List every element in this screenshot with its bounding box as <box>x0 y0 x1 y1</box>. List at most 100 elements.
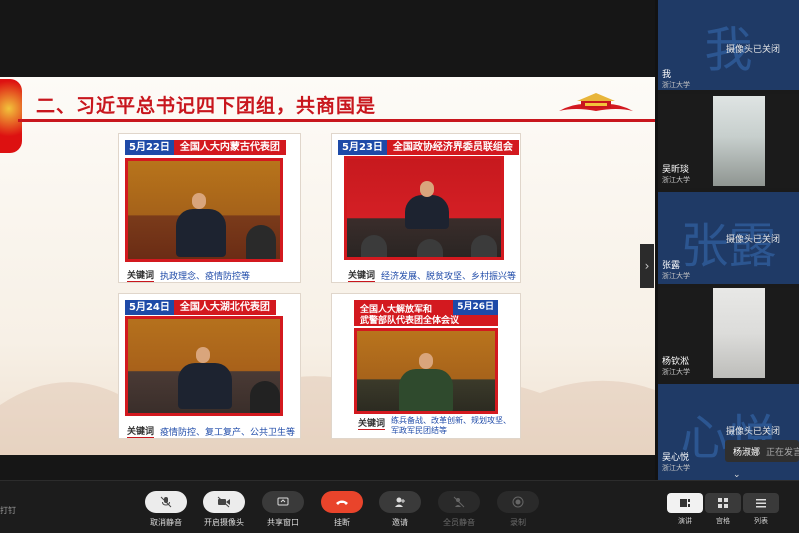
unmute-label: 取消静音 <box>150 518 182 527</box>
card-header: 全国人大解放军和 武警部队代表团全体会议 5月26日 <box>354 300 498 326</box>
speaker-view-button[interactable]: 演讲 <box>667 493 703 526</box>
speaker-view-icon <box>667 493 703 513</box>
participant-name: 张露 <box>662 261 681 271</box>
event-card: 5月22日 全国人大内蒙古代表团 关键词 执政理念、疫情防控等 <box>118 133 301 283</box>
list-view-label: 列表 <box>754 517 768 525</box>
invite-label: 邀请 <box>392 518 408 527</box>
camera-off-label: 摄像头已关闭 <box>726 45 781 55</box>
participant-org: 浙江大学 <box>662 368 690 376</box>
participant-name: 杨钦淞 <box>662 357 690 367</box>
participant-name: 吴心悦 <box>662 453 690 463</box>
grid-view-label: 宫格 <box>716 517 730 525</box>
pin-label[interactable]: 打钉 <box>0 505 16 516</box>
event-date: 5月23日 <box>338 140 387 155</box>
event-photo <box>125 316 283 416</box>
participant-org: 浙江大学 <box>662 272 690 280</box>
participant-name: 吴昕琰 <box>662 165 690 175</box>
share-window-label: 共享窗口 <box>267 518 299 527</box>
keywords-row: 关键词 疫情防控、复工复产、公共卫生等 <box>127 424 295 438</box>
list-view-icon <box>743 493 779 513</box>
record-button[interactable]: 录制 <box>488 491 548 528</box>
keywords-text-line2: 军政军民团结等 <box>391 426 448 435</box>
grid-view-icon <box>705 493 741 513</box>
keywords-row: 关键词 经济发展、脱贫攻坚、乡村振兴等 <box>348 268 516 282</box>
card-header: 5月23日 全国政协经济界委员联组会 <box>338 140 519 155</box>
start-camera-button[interactable]: 开启摄像头 <box>194 491 254 528</box>
keywords-label: 关键词 <box>127 268 155 282</box>
meeting-app: 二、习近平总书记四下团组，共商国是 5月22日 全国人大内蒙古代表团 关键词 执… <box>0 0 799 533</box>
participant-org: 浙江大学 <box>662 81 690 89</box>
list-view-button[interactable]: 列表 <box>743 493 779 526</box>
chevron-right-icon: › <box>644 259 650 273</box>
event-photo <box>125 158 283 262</box>
event-name: 全国人大湖北代表团 <box>173 300 276 315</box>
participant-name: 我 <box>662 70 672 80</box>
start-camera-label: 开启摄像头 <box>204 518 244 527</box>
event-date: 5月24日 <box>125 300 174 315</box>
share-window-icon <box>262 491 304 513</box>
invite-icon <box>379 491 421 513</box>
speaking-status: 正在发言 <box>766 447 799 458</box>
event-name: 全国人大内蒙古代表团 <box>173 140 286 155</box>
event-date: 5月26日 <box>453 300 498 315</box>
mic-off-icon <box>145 491 187 513</box>
lantern-decoration <box>0 79 22 153</box>
next-page-button[interactable]: › <box>640 244 654 288</box>
keywords-label: 关键词 <box>127 424 155 438</box>
participant-video <box>713 288 765 378</box>
grid-view-button[interactable]: 宫格 <box>705 493 741 526</box>
participant-tile[interactable]: 杨钦淞 浙江大学 <box>658 288 799 380</box>
chevron-down-icon[interactable]: ⌄ <box>733 470 747 480</box>
tiananmen-icon <box>559 93 633 111</box>
title-underline <box>18 119 655 122</box>
mute-all-label: 全员静音 <box>443 518 475 527</box>
shared-screen: 二、习近平总书记四下团组，共商国是 5月22日 全国人大内蒙古代表团 关键词 执… <box>0 0 655 480</box>
speaking-indicator: 杨淑娜 正在发言 <box>725 440 799 462</box>
keywords-label: 关键词 <box>358 416 386 430</box>
speaker-view-label: 演讲 <box>678 517 692 525</box>
keywords-text: 疫情防控、复工复产、公共卫生等 <box>160 427 296 438</box>
participant-tile[interactable]: 张露 摄像头已关闭 张露 浙江大学 <box>658 192 799 284</box>
mountain-decoration <box>0 373 655 455</box>
event-card: 全国人大解放军和 武警部队代表团全体会议 5月26日 关键词 练兵备战、改革创新… <box>331 293 521 439</box>
event-name-line2: 武警部队代表团全体会议 <box>360 316 460 326</box>
card-header: 5月22日 全国人大内蒙古代表团 <box>125 140 286 155</box>
participant-tile[interactable]: 心悦 摄像头已关闭 吴心悦 浙江大学 <box>658 384 799 480</box>
record-icon <box>497 491 539 513</box>
event-photo <box>354 328 498 414</box>
keywords-label: 关键词 <box>348 268 376 282</box>
keywords-text-line1: 练兵备战、改革创新、规划攻坚、 <box>391 416 512 425</box>
event-card: 5月23日 全国政协经济界委员联组会 关键词 经济发展、脱贫攻坚、乡村振兴等 <box>331 133 521 283</box>
participant-video <box>713 96 765 186</box>
keywords-text: 经济发展、脱贫攻坚、乡村振兴等 <box>381 271 517 282</box>
mute-all-button[interactable]: 全员静音 <box>429 491 489 528</box>
participant-org: 浙江大学 <box>662 464 690 472</box>
record-label: 录制 <box>510 518 526 527</box>
unmute-button[interactable]: 取消静音 <box>136 491 196 528</box>
participant-tile[interactable]: 我 摄像头已关闭 我 浙江大学 <box>658 0 799 90</box>
event-name: 全国政协经济界委员联组会 <box>386 140 519 155</box>
camera-icon <box>203 491 245 513</box>
keywords-text: 执政理念、疫情防控等 <box>160 271 251 282</box>
slide-title: 二、习近平总书记四下团组，共商国是 <box>36 95 377 117</box>
hangup-button[interactable]: 挂断 <box>312 491 372 528</box>
mute-all-icon <box>438 491 480 513</box>
hangup-icon <box>321 491 363 513</box>
meeting-toolbar: 打钉 取消静音 开启摄像头 共享窗口 挂断 邀请 全员静音 录制 演讲 宫格 列… <box>0 480 799 533</box>
card-header: 5月24日 全国人大湖北代表团 <box>125 300 276 315</box>
share-window-button[interactable]: 共享窗口 <box>253 491 313 528</box>
event-date: 5月22日 <box>125 140 174 155</box>
camera-off-label: 摄像头已关闭 <box>726 235 781 245</box>
event-card: 5月24日 全国人大湖北代表团 关键词 疫情防控、复工复产、公共卫生等 <box>118 293 301 439</box>
speaker-name: 杨淑娜 <box>733 447 761 458</box>
participant-panel: 我 摄像头已关闭 我 浙江大学 吴昕琰 浙江大学 张露 摄像头已关闭 张露 浙江… <box>658 0 799 480</box>
presentation-slide: 二、习近平总书记四下团组，共商国是 5月22日 全国人大内蒙古代表团 关键词 执… <box>0 77 655 455</box>
participant-org: 浙江大学 <box>662 176 690 184</box>
camera-off-label: 摄像头已关闭 <box>726 427 781 437</box>
invite-button[interactable]: 邀请 <box>370 491 430 528</box>
participant-tile[interactable]: 吴昕琰 浙江大学 <box>658 94 799 188</box>
keywords-row: 关键词 练兵备战、改革创新、规划攻坚、 军政军民团结等 <box>358 416 511 436</box>
event-photo <box>344 156 504 260</box>
keywords-row: 关键词 执政理念、疫情防控等 <box>127 268 250 282</box>
hangup-label: 挂断 <box>334 518 350 527</box>
